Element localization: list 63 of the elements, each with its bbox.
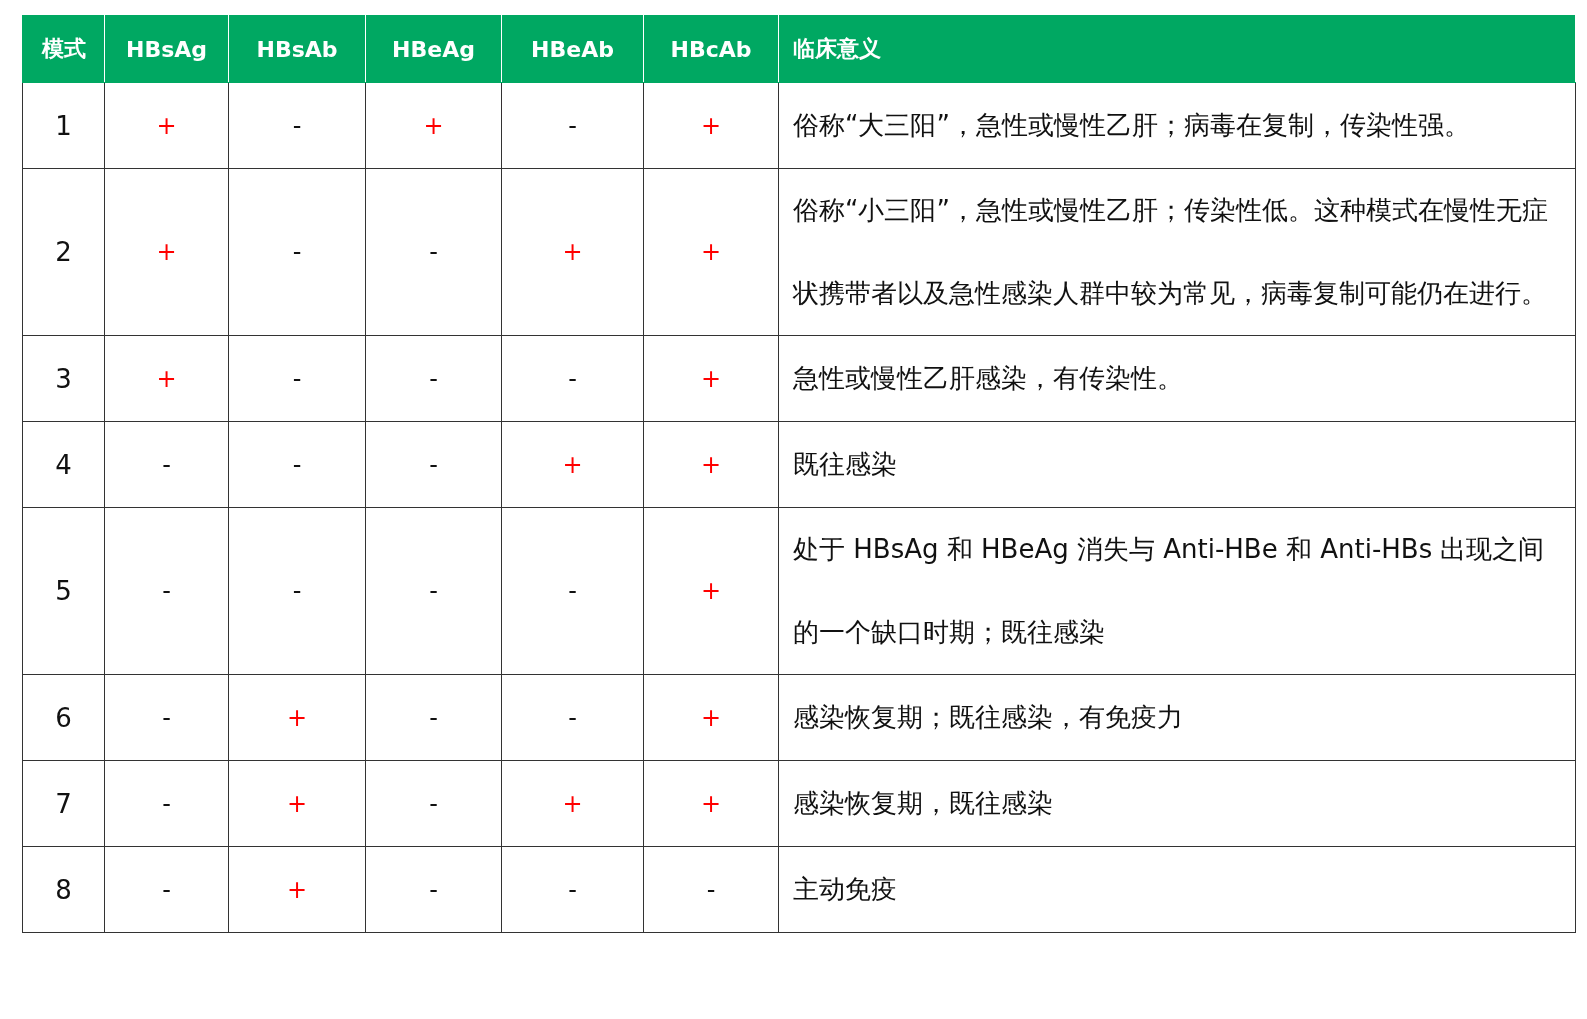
table-cell: + — [501, 421, 644, 508]
table-cell: + — [228, 674, 366, 761]
table-cell: - — [104, 846, 229, 933]
table-cell: + — [104, 82, 229, 169]
table-cell: 急性或慢性乙肝感染，有传染性。 — [778, 335, 1576, 422]
table-cell: + — [643, 760, 779, 847]
table-cell: 6 — [22, 674, 105, 761]
column-header: 临床意义 — [778, 15, 1576, 83]
table-cell: - — [501, 335, 644, 422]
table-cell: - — [228, 421, 366, 508]
table-cell: 4 — [22, 421, 105, 508]
table-cell: + — [643, 82, 779, 169]
table-cell: + — [643, 168, 779, 336]
table-cell: - — [501, 507, 644, 675]
table-cell: 感染恢复期；既往感染，有免疫力 — [778, 674, 1576, 761]
column-header: 模式 — [22, 15, 105, 83]
table-cell: - — [365, 674, 502, 761]
table-cell: 8 — [22, 846, 105, 933]
column-header: HBcAb — [643, 15, 779, 83]
table-cell: + — [104, 335, 229, 422]
table-cell: - — [365, 168, 502, 336]
table-cell: - — [104, 421, 229, 508]
table-cell: 主动免疫 — [778, 846, 1576, 933]
table-cell: - — [228, 335, 366, 422]
table-cell: 2 — [22, 168, 105, 336]
table-cell: - — [228, 507, 366, 675]
column-header: HBsAb — [228, 15, 366, 83]
table-cell: - — [365, 846, 502, 933]
table-cell: - — [104, 674, 229, 761]
table-cell: + — [643, 507, 779, 675]
table-cell: 7 — [22, 760, 105, 847]
table-cell: + — [643, 421, 779, 508]
table-cell: - — [365, 335, 502, 422]
table-cell: - — [501, 674, 644, 761]
table-cell: 俗称“小三阳”，急性或慢性乙肝；传染性低。这种模式在慢性无症状携带者以及急性感染人群中较为常见，病毒复制可能仍在进行。 — [778, 168, 1576, 336]
table-cell: 1 — [22, 82, 105, 169]
table-cell: - — [501, 82, 644, 169]
table-cell: - — [643, 846, 779, 933]
table-cell: - — [228, 168, 366, 336]
table-cell: 3 — [22, 335, 105, 422]
table-cell: + — [365, 82, 502, 169]
table-cell: + — [104, 168, 229, 336]
table-cell: 处于 HBsAg 和 HBeAg 消失与 Anti-HBe 和 Anti-HBs 出现之间的一个缺口时期；既往感染 — [778, 507, 1576, 675]
table-cell: + — [643, 674, 779, 761]
table-cell: - — [365, 760, 502, 847]
table-cell: - — [228, 82, 366, 169]
table-cell: 5 — [22, 507, 105, 675]
table-cell: - — [501, 846, 644, 933]
table-cell: - — [104, 507, 229, 675]
table-cell: 俗称“大三阳”，急性或慢性乙肝；病毒在复制，传染性强。 — [778, 82, 1576, 169]
table-cell: - — [365, 507, 502, 675]
table-cell: 既往感染 — [778, 421, 1576, 508]
table-cell: - — [104, 760, 229, 847]
table-cell: 感染恢复期，既往感染 — [778, 760, 1576, 847]
table-cell: + — [643, 335, 779, 422]
table-cell: + — [228, 846, 366, 933]
column-header: HBeAb — [501, 15, 644, 83]
table-cell: + — [228, 760, 366, 847]
table-cell: + — [501, 760, 644, 847]
column-header: HBsAg — [104, 15, 229, 83]
table-cell: + — [501, 168, 644, 336]
table-cell: - — [365, 421, 502, 508]
column-header: HBeAg — [365, 15, 502, 83]
